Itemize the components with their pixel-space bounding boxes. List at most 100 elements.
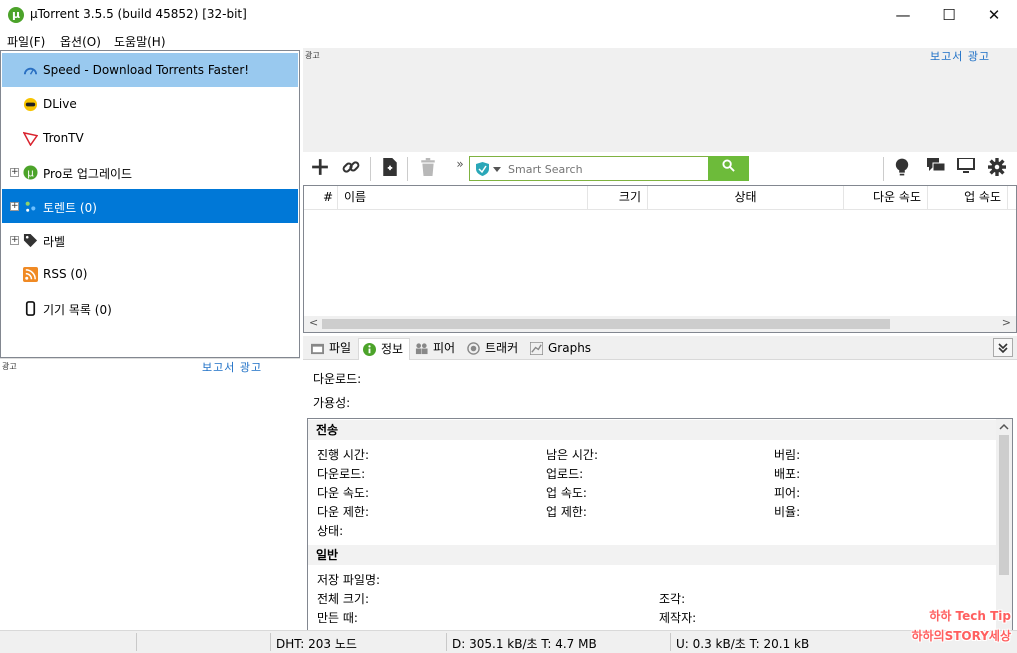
lightbulb-icon (895, 158, 909, 176)
scroll-right-arrow[interactable]: > (1002, 316, 1011, 329)
more-chevron[interactable]: » (449, 153, 471, 175)
maximize-button[interactable]: ☐ (926, 0, 972, 30)
remote-button[interactable] (955, 157, 977, 180)
expand-icon[interactable]: + (10, 202, 19, 211)
ad-tag: 광고 (2, 362, 17, 371)
tab-peers[interactable]: 피어 (411, 338, 463, 360)
torrents-icon (25, 201, 36, 212)
sidebar-item-rss[interactable]: RSS (0) (2, 257, 298, 291)
column-header-name[interactable]: 이름 (338, 186, 588, 209)
column-header-number[interactable]: # (304, 186, 338, 209)
menu-help[interactable]: 도움말(H) (114, 33, 166, 50)
sidebar-item-trontv[interactable]: TronTV (2, 121, 298, 155)
trash-icon (421, 158, 435, 176)
watermark-line2: 하하의STORY세상 (911, 629, 1011, 643)
elapsed-label: 진행 시간: (317, 448, 370, 462)
sidebar-item-label: Pro로 업그레이드 (43, 167, 133, 181)
utorrent-logo-icon: µ (23, 165, 38, 180)
sidebar-item-label: 기기 목록 (0) (43, 303, 112, 317)
save-as-label: 저장 파일명: (317, 573, 381, 587)
scroll-up-arrow[interactable] (999, 423, 1009, 430)
sidebar-item-labels[interactable]: + 라벨 (2, 223, 298, 257)
double-chevron-down-icon (998, 343, 1008, 354)
sidebar-item-speed[interactable]: Speed - Download Torrents Faster! (2, 53, 298, 87)
toolbar-separator (883, 157, 884, 181)
tab-graphs[interactable]: Graphs (526, 338, 591, 360)
scroll-left-arrow[interactable]: < (309, 316, 318, 329)
sidebar-item-upgrade[interactable]: + µ Pro로 업그레이드 (2, 155, 298, 189)
tab-label: 정보 (381, 342, 404, 356)
collapse-panel-button[interactable] (993, 338, 1013, 357)
status-separator (446, 633, 447, 651)
tron-icon (23, 131, 38, 146)
utorrent-logo-icon: µ (8, 7, 24, 23)
dht-status: DHT: 203 노드 (276, 637, 357, 651)
svg-text:µ: µ (27, 167, 34, 179)
scrollbar-thumb[interactable] (999, 435, 1009, 575)
search-icon (722, 159, 735, 172)
report-ad-link[interactable]: 보고서 광고 (202, 359, 262, 375)
column-header-status[interactable]: 상태 (648, 186, 844, 209)
tracker-icon (467, 342, 480, 355)
tab-info[interactable]: 정보 (358, 338, 410, 360)
column-header-up-speed[interactable]: 업 속도 (928, 186, 1008, 209)
menu-file[interactable]: 파일(F) (7, 33, 45, 50)
horizontal-scrollbar[interactable]: < > (304, 316, 1016, 332)
info-panel: 다운로드: 가용성: 전송 진행 시간: 다운로드: 다운 속도: 다운 제한:… (303, 360, 1017, 631)
chat-icon (927, 158, 946, 172)
section-general-heading: 일반 (308, 545, 996, 565)
upload-limit-label: 업 제한: (546, 505, 587, 519)
chevron-down-icon[interactable] (493, 167, 501, 172)
graph-icon (530, 342, 543, 355)
pieces-label: 조각: (659, 592, 686, 606)
monitor-icon (957, 157, 975, 173)
tag-icon (23, 233, 38, 248)
toolbar: » (303, 153, 1017, 185)
wasted-label: 버림: (774, 448, 801, 462)
smart-search[interactable] (469, 156, 749, 181)
detail-box: 전송 진행 시간: 다운로드: 다운 속도: 다운 제한: 상태: 남은 시간:… (307, 418, 1013, 631)
watermark-line1: 하하 Tech Tip (929, 609, 1011, 623)
remove-button[interactable] (417, 158, 439, 180)
title-bar: µ µTorrent 3.5.5 (build 45852) [32-bit] … (0, 0, 1017, 30)
minimize-button[interactable]: — (880, 0, 926, 30)
expand-icon[interactable]: + (10, 236, 19, 245)
torrent-list[interactable]: # 이름 크기 상태 다운 속도 업 속도 < > (303, 185, 1017, 333)
column-header-down-speed[interactable]: 다운 속도 (844, 186, 928, 209)
downloaded-label: 다운로드: (313, 372, 362, 386)
tab-files[interactable]: 파일 (307, 338, 357, 360)
sidebar-item-label: DLive (43, 97, 77, 111)
scrollbar-thumb[interactable] (322, 319, 890, 329)
download-status: D: 305.1 kB/초 T: 4.7 MB (452, 637, 597, 651)
list-header: # 이름 크기 상태 다운 속도 업 속도 (304, 186, 1016, 210)
report-ad-link[interactable]: 보고서 광고 (930, 48, 990, 64)
sidebar-item-torrents[interactable]: + 토렌트 (0) (2, 189, 298, 223)
search-button[interactable] (708, 156, 749, 181)
close-button[interactable]: ✕ (971, 0, 1017, 30)
sidebar-item-label: 토렌트 (0) (43, 201, 97, 215)
gear-icon (988, 158, 1006, 176)
sidebar-item-dlive[interactable]: DLive (2, 87, 298, 121)
new-file-icon (383, 158, 397, 176)
search-input[interactable] (506, 160, 736, 178)
tips-button[interactable] (891, 158, 913, 180)
menu-options[interactable]: 옵션(O) (60, 33, 101, 50)
add-url-button[interactable] (340, 158, 362, 180)
uploaded-label: 업로드: (546, 467, 584, 481)
settings-button[interactable] (986, 158, 1008, 180)
sidebar-item-devices[interactable]: 기기 목록 (0) (2, 291, 298, 325)
add-torrent-button[interactable] (309, 158, 331, 180)
sidebar-item-label: TronTV (43, 131, 84, 145)
tab-trackers[interactable]: 트래커 (463, 338, 525, 360)
expand-icon[interactable]: + (10, 168, 19, 177)
status-bar: DHT: 203 노드 D: 305.1 kB/초 T: 4.7 MB U: 0… (0, 630, 1017, 653)
window-title: µTorrent 3.5.5 (build 45852) [32-bit] (30, 7, 247, 21)
column-header-size[interactable]: 크기 (588, 186, 648, 209)
vertical-scrollbar[interactable] (996, 419, 1012, 631)
create-torrent-button[interactable] (379, 158, 401, 180)
tab-label: 파일 (329, 341, 352, 355)
status-separator (670, 633, 671, 651)
upload-status: U: 0.3 kB/초 T: 20.1 kB (676, 637, 810, 651)
chat-button[interactable] (925, 158, 947, 180)
toolbar-separator (407, 157, 408, 181)
